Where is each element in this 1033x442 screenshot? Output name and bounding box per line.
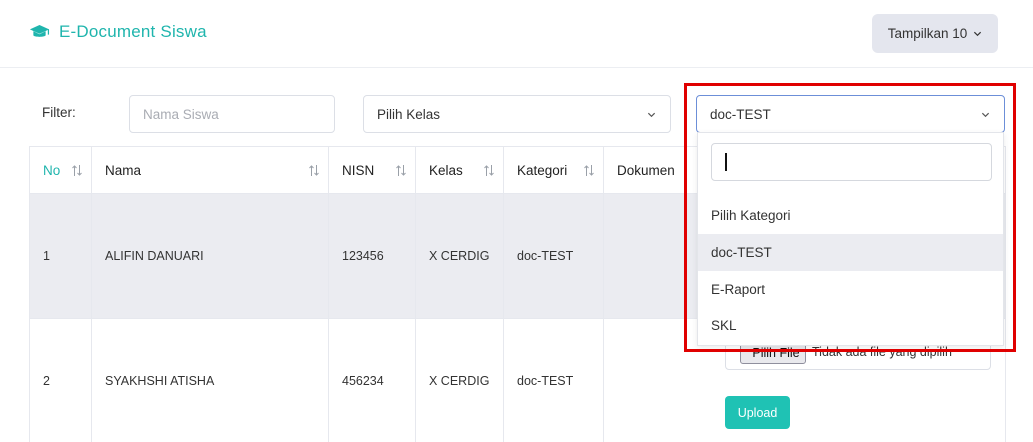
cell-nama: ALIFIN DANUARI (91, 193, 329, 319)
show-entries-button[interactable]: Tampilkan 10 (872, 14, 998, 53)
column-header-kategori[interactable]: Kategori (503, 146, 604, 194)
cell-no: 1 (29, 193, 92, 319)
cell-nisn: 123456 (328, 193, 416, 319)
dropdown-option[interactable]: Pilih Kategori (698, 197, 1003, 234)
graduation-cap-icon (29, 25, 50, 37)
column-header-kelas[interactable]: Kelas (415, 146, 504, 194)
show-entries-label: Tampilkan 10 (887, 26, 968, 41)
column-header-nisn[interactable]: NISN (328, 146, 416, 194)
dropdown-option[interactable]: SKL (698, 307, 1003, 344)
chevron-down-icon (974, 31, 982, 37)
dropdown-search-input[interactable] (711, 143, 992, 181)
cell-kategori: doc-TEST (503, 318, 604, 442)
sort-icon (72, 165, 82, 176)
sort-icon (584, 165, 594, 176)
sort-icon (484, 165, 494, 176)
file-status: Tidak ada file yang dipilih (812, 345, 952, 359)
kelas-select-value: Pilih Kelas (377, 106, 441, 122)
nama-siswa-input[interactable] (129, 95, 335, 133)
kategori-select[interactable]: doc-TEST (696, 95, 1005, 133)
top-bar: E-Document Siswa Tampilkan 10 (0, 0, 1033, 68)
dropdown-option[interactable]: E-Raport (698, 271, 1003, 308)
dropdown-option[interactable]: doc-TEST (698, 234, 1003, 271)
cell-kategori: doc-TEST (503, 193, 604, 319)
filter-label: Filter: (42, 105, 76, 120)
kelas-select[interactable]: Pilih Kelas (363, 95, 671, 133)
sort-icon (309, 165, 319, 176)
cell-kelas: X CERDIG (415, 193, 504, 319)
sort-icon (396, 165, 406, 176)
kategori-dropdown: Pilih Kategori doc-TEST E-Raport SKL (697, 132, 1004, 346)
column-header-nama[interactable]: Nama (91, 146, 329, 194)
cell-nisn: 456234 (328, 318, 416, 442)
cell-kelas: X CERDIG (415, 318, 504, 442)
upload-button[interactable]: Upload (725, 396, 790, 429)
cell-nama: SYAKHSHI ATISHA (91, 318, 329, 442)
kategori-select-value: doc-TEST (710, 106, 771, 122)
page-title: E-Document Siswa (59, 22, 207, 41)
text-cursor (725, 153, 727, 171)
column-header-no[interactable]: No (29, 146, 92, 194)
brand: E-Document Siswa (29, 22, 207, 42)
chevron-down-icon (981, 112, 990, 118)
chevron-down-icon (647, 112, 656, 118)
cell-no: 2 (29, 318, 92, 442)
